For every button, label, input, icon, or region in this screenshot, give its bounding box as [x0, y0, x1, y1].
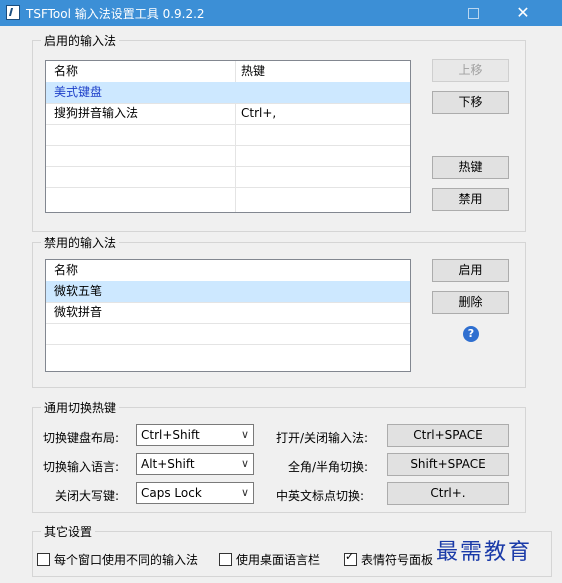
- ime-name: 微软拼音: [54, 305, 103, 319]
- chevron-down-icon: ∨: [240, 457, 249, 470]
- enabled-ime-row[interactable]: 搜狗拼音输入法 Ctrl+,: [46, 103, 410, 124]
- ime-hotkey: Ctrl+,: [241, 106, 277, 120]
- full-half-hotkey-button[interactable]: Shift+SPACE: [387, 453, 509, 476]
- punct-switch-label: 中英文标点切换:: [276, 489, 365, 503]
- hotkey-button[interactable]: 热键: [432, 156, 509, 179]
- watermark-logo: 最需教育: [436, 540, 533, 565]
- ime-name: 搜狗拼音输入法: [54, 106, 139, 120]
- checkbox-box[interactable]: [344, 550, 357, 566]
- capslock-off-dropdown[interactable]: Caps Lock ∨: [136, 482, 254, 504]
- app-icon: [6, 5, 20, 20]
- chevron-down-icon: ∨: [240, 486, 249, 499]
- disable-button[interactable]: 禁用: [432, 188, 509, 211]
- switch-layout-dropdown[interactable]: Ctrl+Shift ∨: [136, 424, 254, 446]
- switch-language-value: Alt+Shift: [141, 457, 195, 471]
- switch-layout-value: Ctrl+Shift: [141, 428, 200, 442]
- delete-button[interactable]: 删除: [432, 291, 509, 314]
- ime-name: 微软五笔: [54, 284, 103, 298]
- help-icon[interactable]: ?: [463, 326, 479, 342]
- toggle-ime-label: 打开/关闭输入法:: [276, 431, 369, 445]
- disabled-ime-group-title: 禁用的输入法: [41, 234, 120, 251]
- full-half-label: 全角/半角切换:: [288, 460, 369, 474]
- window-title: TSFTool 输入法设置工具 0.9.2.2: [26, 7, 205, 21]
- punct-switch-hotkey-button[interactable]: Ctrl+.: [387, 482, 509, 505]
- switch-hotkeys-group-title: 通用切换热键: [41, 399, 120, 416]
- checkbox-box[interactable]: [219, 553, 232, 566]
- emoji-panel-label: 表情符号面板: [361, 553, 434, 567]
- enabled-ime-row[interactable]: 美式键盘: [46, 82, 410, 103]
- disabled-ime-row[interactable]: 微软五笔: [46, 281, 410, 302]
- column-header-hotkey[interactable]: 热键: [235, 61, 405, 82]
- close-button[interactable]: ✕: [506, 2, 540, 24]
- enable-button[interactable]: 启用: [432, 259, 509, 282]
- ime-hotkey: [235, 82, 405, 103]
- switch-language-dropdown[interactable]: Alt+Shift ∨: [136, 453, 254, 475]
- maximize-button[interactable]: [456, 2, 490, 24]
- ime-name: 美式键盘: [54, 85, 103, 99]
- switch-language-label: 切换输入语言:: [43, 460, 120, 474]
- other-settings-group-title: 其它设置: [41, 523, 96, 540]
- checkbox-box[interactable]: [37, 553, 50, 566]
- window-client-area: 启用的输入法 名称 热键 美式键盘 搜狗拼音输入法 Ctrl+, 上移 下移 热…: [0, 26, 562, 583]
- per-window-ime-checkbox[interactable]: 每个窗口使用不同的输入法: [37, 551, 198, 568]
- chevron-down-icon: ∨: [240, 428, 249, 441]
- enabled-ime-group-title: 启用的输入法: [41, 32, 120, 49]
- enabled-ime-list[interactable]: 名称 热键 美式键盘 搜狗拼音输入法 Ctrl+,: [45, 60, 411, 213]
- move-down-button[interactable]: 下移: [432, 91, 509, 114]
- maximize-icon: [467, 7, 479, 19]
- capslock-off-value: Caps Lock: [141, 486, 202, 500]
- disabled-list-header[interactable]: 名称: [46, 260, 410, 281]
- column-header-name[interactable]: 名称: [48, 260, 348, 281]
- emoji-panel-checkbox[interactable]: 表情符号面板: [344, 550, 434, 568]
- title-bar[interactable]: TSFTool 输入法设置工具 0.9.2.2 ✕: [0, 0, 562, 26]
- per-window-ime-label: 每个窗口使用不同的输入法: [54, 553, 199, 567]
- switch-layout-label: 切换键盘布局:: [43, 431, 120, 445]
- disabled-ime-list[interactable]: 名称 微软五笔 微软拼音: [45, 259, 411, 372]
- desktop-langbar-label: 使用桌面语言栏: [236, 553, 321, 567]
- move-up-button[interactable]: 上移: [432, 59, 509, 82]
- toggle-ime-hotkey-button[interactable]: Ctrl+SPACE: [387, 424, 509, 447]
- capslock-off-label: 关闭大写键:: [55, 489, 120, 503]
- disabled-ime-row[interactable]: 微软拼音: [46, 302, 410, 323]
- desktop-langbar-checkbox[interactable]: 使用桌面语言栏: [219, 551, 320, 568]
- column-header-name[interactable]: 名称: [48, 61, 234, 82]
- enabled-list-header[interactable]: 名称 热键: [46, 61, 410, 82]
